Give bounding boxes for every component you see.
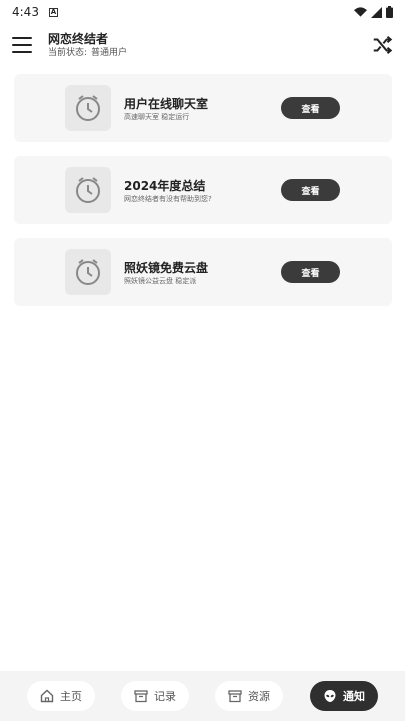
card-title: 照妖镜免费云盘	[124, 261, 209, 275]
box-icon	[228, 690, 242, 703]
status-time: 4:43	[12, 5, 39, 19]
view-button[interactable]: 查看	[281, 179, 340, 201]
nav-notifications-label: 通知	[343, 690, 365, 703]
view-button[interactable]: 查看	[281, 97, 340, 119]
user-status: 当前状态: 普通用户	[48, 47, 131, 59]
app-titles: 网恋终结者 当前状态: 普通用户	[48, 31, 131, 59]
home-icon	[40, 689, 54, 703]
nav-records-label: 记录	[154, 690, 176, 703]
card-title: 用户在线聊天室	[124, 97, 209, 111]
card-2024-summary[interactable]: 2024年度总结 网恋终结者有没有帮助到您? 查看	[14, 156, 392, 224]
signal-icon	[371, 6, 382, 18]
card-description: 网恋终结者有没有帮助到您?	[124, 195, 212, 203]
wifi-icon	[354, 6, 367, 17]
menu-icon[interactable]	[12, 37, 32, 53]
app-bar: 网恋终结者 当前状态: 普通用户	[0, 24, 405, 66]
app-title: 网恋终结者	[48, 32, 109, 46]
nav-notifications[interactable]: 通知	[310, 681, 378, 711]
view-button[interactable]: 查看	[281, 261, 340, 283]
nav-records[interactable]: 记录	[121, 681, 189, 711]
card-list: 用户在线聊天室 高速聊天室 稳定运行 查看 2024年度总结 网恋终结者有没有帮…	[14, 74, 392, 320]
card-cloud-drive[interactable]: 照妖镜免费云盘 照妖镜公益云盘 稳定派 查看	[14, 238, 392, 306]
card-chatroom[interactable]: 用户在线聊天室 高速聊天室 稳定运行 查看	[14, 74, 392, 142]
nav-home-label: 主页	[60, 690, 82, 703]
battery-icon	[386, 6, 393, 18]
notification-a-icon: A	[48, 7, 58, 17]
clock-icon	[65, 249, 111, 295]
status-bar: 4:43 A	[0, 0, 405, 24]
archive-icon	[134, 690, 148, 703]
nav-home[interactable]: 主页	[27, 681, 95, 711]
clock-icon	[65, 167, 111, 213]
clock-icon	[65, 85, 111, 131]
alien-icon	[324, 690, 336, 702]
status-label: 当前状态:	[48, 48, 88, 58]
card-description: 高速聊天室 稳定运行	[124, 113, 190, 121]
card-description: 照妖镜公益云盘 稳定派	[124, 277, 197, 285]
status-value: 普通用户	[91, 48, 128, 58]
status-right	[354, 6, 393, 18]
nav-resources-label: 资源	[248, 690, 270, 703]
shuffle-icon[interactable]	[371, 34, 393, 56]
card-title: 2024年度总结	[124, 179, 206, 193]
nav-resources[interactable]: 资源	[215, 681, 283, 711]
bottom-nav: 主页 记录 资源 通知	[0, 671, 405, 721]
